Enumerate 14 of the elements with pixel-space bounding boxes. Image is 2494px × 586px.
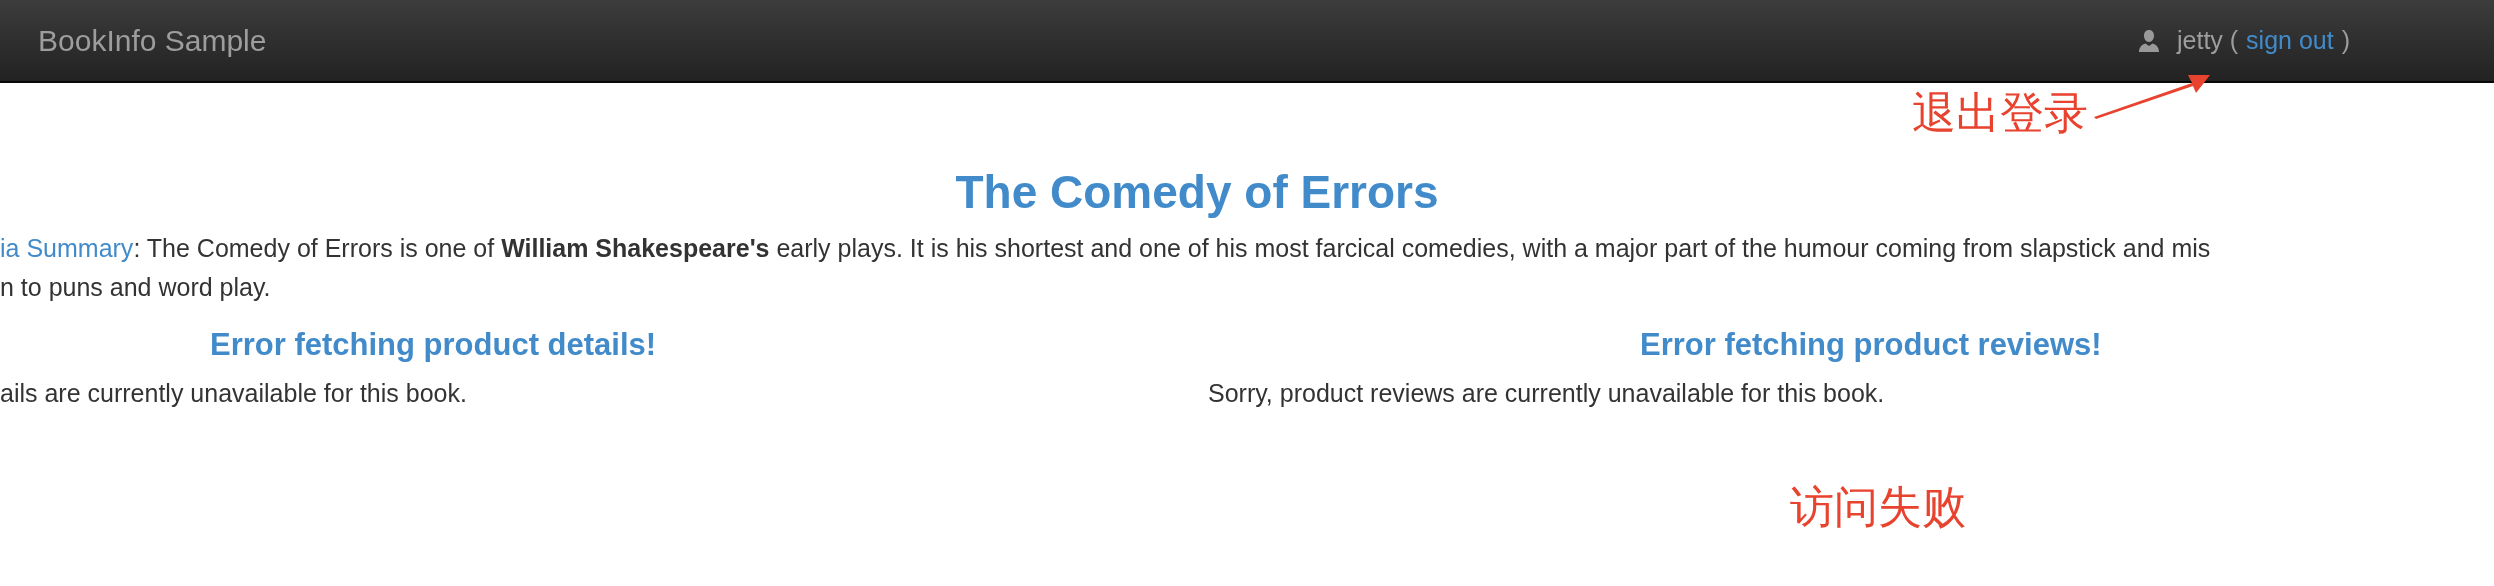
error-heading: Error fetching product reviews! [1639,327,2103,363]
error-message: Sorry, product reviews are currently unavailable for this book. [1208,379,1886,408]
closing-parenthesis: ) [2341,26,2350,55]
summary-link[interactable]: ia Summary [0,234,134,262]
annotation-label: 访问失败 [1790,480,1966,534]
summary-text: ia Summary: The Comedy of Errors is one of William Shakespeare's early plays. It is his shortest and one of his most farcical comedies, with a major part of the humour coming from slapstick and mis n to puns and word play. [0,233,2212,303]
error-message: ails are currently unavailable for this book. [0,379,468,408]
error-heading: Error fetching product details! [209,327,658,363]
user-name: jetty ( [2177,26,2239,55]
book-title: The Comedy of Errors [954,165,1440,219]
annotation-label: 退出登录 [1912,86,2088,140]
user-icon [2139,29,2159,52]
sign-out-link[interactable]: sign out [2246,26,2334,55]
brand-title[interactable]: BookInfo Sample [38,23,267,58]
